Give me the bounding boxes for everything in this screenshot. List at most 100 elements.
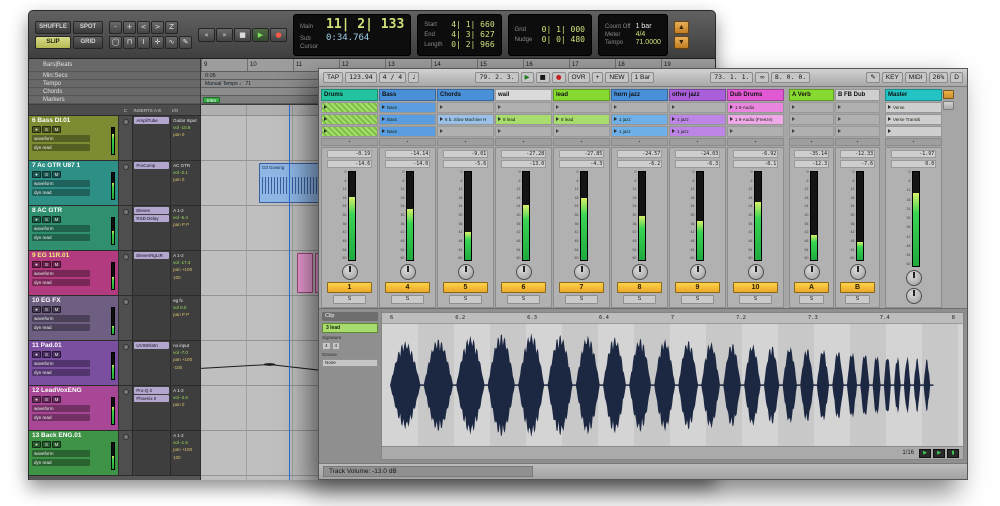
automation-mode-selector[interactable]: dyn read [32, 369, 90, 376]
track-activator[interactable]: 7 [559, 282, 605, 293]
track-view-selector[interactable]: waveform [32, 135, 90, 142]
io-path[interactable]: eg fx [173, 297, 198, 304]
signature-denominator[interactable]: 4 [332, 342, 341, 350]
track-title[interactable]: B FB Dub [835, 89, 880, 101]
volume-value[interactable]: vol -7.0 [173, 349, 198, 356]
clip-slot[interactable]: Bass [379, 102, 436, 113]
record-enable-button[interactable]: ● [32, 126, 41, 133]
track-view-selector[interactable]: waveform [32, 315, 90, 322]
clip-stop-button[interactable]: ▪ [669, 138, 726, 146]
insert-slot[interactable]: ProComp [134, 162, 169, 169]
zoom-button-1[interactable]: + [123, 21, 136, 34]
automation-mode-selector[interactable]: dyn read [32, 144, 90, 151]
clip-slot[interactable] [669, 102, 726, 113]
pan-knob[interactable] [400, 264, 416, 280]
automation-mode-selector[interactable]: dyn read [32, 414, 90, 421]
draw-mode-icon[interactable]: ✎ [866, 72, 879, 84]
track-view-selector[interactable]: waveform [32, 270, 90, 277]
clip-stop-button[interactable]: ▪ [495, 138, 552, 146]
pan-value[interactable]: pan +100 -100 [173, 356, 198, 370]
arrangement-view-toggle-icon[interactable] [943, 101, 954, 110]
track-header[interactable]: 11 Pad.01●SMwaveformdyn read [29, 341, 118, 385]
volume-value[interactable]: vol -17.3 [173, 259, 198, 266]
mute-button[interactable]: M [52, 216, 61, 223]
clip-slot[interactable] [835, 114, 880, 125]
play-button[interactable]: ▶ [252, 28, 269, 42]
clip-slot[interactable] [495, 126, 552, 137]
solo-button[interactable]: S [42, 396, 51, 403]
clip-slot[interactable]: 1 jazz [669, 126, 726, 137]
clip-slot[interactable]: Bass [379, 126, 436, 137]
grabber-tool-icon[interactable]: ✛ [151, 36, 164, 49]
track-volume-value[interactable]: -6.2 [617, 160, 663, 168]
io-path[interactable]: no input [173, 342, 198, 349]
clip-slot[interactable] [321, 102, 378, 113]
automation-mode-selector[interactable]: dyn read [32, 234, 90, 241]
mute-button[interactable]: M [52, 171, 61, 178]
solo-button[interactable]: S [42, 306, 51, 313]
loop-length-field[interactable]: 8. 0. 0. [771, 72, 810, 84]
mute-button[interactable]: M [52, 306, 61, 313]
track-header[interactable]: 8 AC GTR●SMwaveformdyn read [29, 206, 118, 250]
volume-value[interactable]: vol 0.0 [173, 304, 198, 311]
ruler-label-1[interactable]: Min:Secs [29, 72, 200, 80]
solo-button[interactable]: S [391, 295, 424, 304]
track-header[interactable]: 6 Bass DI.01●SMwaveformdyn read [29, 116, 118, 160]
track-activator[interactable]: 9 [675, 282, 721, 293]
clip-slot[interactable] [789, 114, 834, 125]
clip-stop-button[interactable]: ▪ [835, 138, 880, 146]
volume-value[interactable]: vol -10.8 [173, 124, 198, 131]
arrow-up-button[interactable]: ▲ [674, 21, 689, 34]
solo-button[interactable]: S [42, 261, 51, 268]
solo-button[interactable]: S [449, 295, 482, 304]
pan-value[interactable]: pan 0 [173, 131, 198, 138]
end-value[interactable]: 4| 3| 627 [451, 30, 494, 39]
audio-region[interactable] [297, 253, 313, 293]
signature-numerator[interactable]: 4 [322, 342, 331, 350]
io-path[interactable]: Guitar Input [173, 117, 198, 124]
track-title[interactable]: wail [495, 89, 552, 101]
pan-knob[interactable] [342, 264, 358, 280]
clip-slot[interactable] [789, 126, 834, 137]
track-view-selector[interactable]: waveform [32, 180, 90, 187]
clip-slot[interactable]: 1 jazz [669, 114, 726, 125]
track-header[interactable]: 13 Back ENG.01●SMwaveformdyn read [29, 431, 118, 475]
key-map-button[interactable]: KEY [882, 72, 903, 84]
countoff-value[interactable]: 1 bar [636, 23, 661, 30]
start-value[interactable]: 4| 1| 660 [451, 20, 494, 29]
mute-button[interactable]: M [52, 126, 61, 133]
clip-stop-button[interactable]: ▪ [379, 138, 436, 146]
track-activator[interactable]: 6 [501, 282, 547, 293]
solo-button[interactable]: S [42, 441, 51, 448]
loop-icon[interactable]: ∞ [755, 72, 768, 84]
pan-knob[interactable] [850, 264, 866, 280]
io-path[interactable]: AC GTR [173, 162, 198, 169]
insert-slot[interactable]: Eleven [134, 207, 169, 214]
record-button[interactable]: ● [552, 72, 566, 84]
arrow-down-button[interactable]: ▼ [674, 36, 689, 49]
session-record-plus-button[interactable]: + [592, 72, 604, 84]
solo-button[interactable]: S [333, 295, 366, 304]
ruler-label-4[interactable]: Markers [29, 96, 200, 104]
main-counter-value[interactable]: 11| 2| 133 [326, 18, 404, 33]
io-path[interactable]: A 1-2 [173, 252, 198, 259]
clip-stop-button[interactable]: ▪ [611, 138, 668, 146]
follow-button-mini[interactable]: ▶ [933, 449, 945, 458]
track-title[interactable]: Drums [321, 89, 378, 101]
new-button[interactable]: NEW [605, 72, 628, 84]
clip-slot[interactable]: 1 9-Audio (Freeze) [727, 114, 784, 125]
stop-button[interactable]: ■ [234, 28, 251, 42]
pan-knob[interactable] [804, 264, 820, 280]
record-enable-button[interactable]: ● [32, 261, 41, 268]
edit-mode-grid[interactable]: GRID [73, 36, 103, 49]
clip-stop-button[interactable]: ▪ [885, 138, 942, 146]
clip-slot[interactable]: 8 lead [553, 114, 610, 125]
waveform-display[interactable] [382, 324, 963, 446]
pan-value[interactable]: pan 0 [173, 176, 198, 183]
clip-slot[interactable] [611, 102, 668, 113]
beat-time-ruler[interactable]: 66.26.36.477.27.37.48 [382, 313, 963, 324]
marker-chip[interactable]: Intro [203, 97, 220, 103]
io-path[interactable]: A 1-2 [173, 207, 198, 214]
play-button[interactable]: ▶ [521, 72, 534, 84]
clip-slot[interactable] [495, 102, 552, 113]
